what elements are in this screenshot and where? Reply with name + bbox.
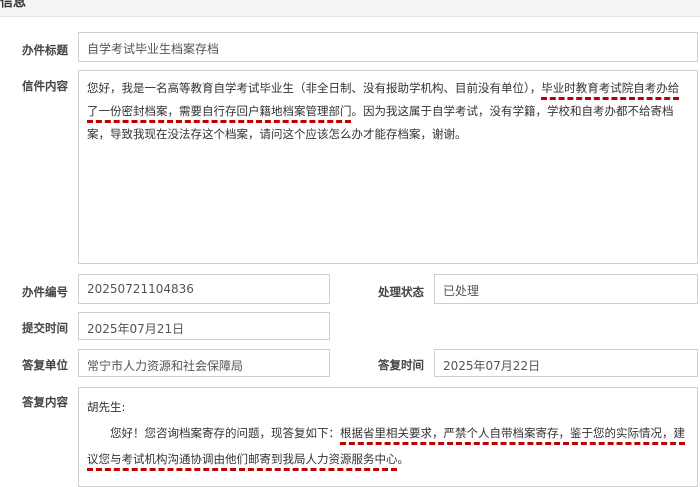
reply-unit-field: 常宁市人力资源和社会保障局 <box>78 349 330 377</box>
case-number-label: 办件编号 <box>22 285 68 299</box>
submit-time-value: 2025年07月21日 <box>87 322 185 336</box>
reply-content-field: 胡先生: 您好！您咨询档案寄存的问题，现答复如下：根据省里相关要求，严禁个人自带… <box>78 387 698 487</box>
content-text: 您好，我是一名高等教育自学考试毕业生（非全日制、没有报助学机构、目前没有单位）， <box>87 81 542 95</box>
status-value: 已处理 <box>443 284 480 298</box>
subject-field: 自学考试毕业生档案存档 <box>78 32 698 62</box>
status-field: 已处理 <box>434 274 698 304</box>
reply-time-value: 2025年07月22日 <box>443 359 541 373</box>
case-number-value: 20250721104836 <box>87 282 194 296</box>
content-label: 信件内容 <box>22 79 68 93</box>
status-label: 处理状态 <box>378 285 424 299</box>
section-title: 信息 <box>0 0 27 10</box>
section-header: 信息 <box>0 0 700 17</box>
subject-value: 自学考试毕业生档案存档 <box>87 42 220 56</box>
reply-time-label: 答复时间 <box>378 358 424 372</box>
content-field: 您好，我是一名高等教育自学考试毕业生（非全日制、没有报助学机构、目前没有单位），… <box>78 70 698 264</box>
case-number-field: 20250721104836 <box>78 274 330 304</box>
reply-text: 您好！您咨询档案寄存的问题，现答复如下： <box>110 426 340 440</box>
submit-time-field: 2025年07月21日 <box>78 312 330 340</box>
reply-greeting: 胡先生: <box>87 400 126 414</box>
subject-label: 办件标题 <box>22 43 68 57</box>
reply-unit-value: 常宁市人力资源和社会保障局 <box>87 359 244 373</box>
reply-text-end: 。 <box>397 452 410 466</box>
reply-content-label: 答复内容 <box>22 395 68 409</box>
reply-time-field: 2025年07月22日 <box>434 349 698 377</box>
reply-unit-label: 答复单位 <box>22 358 68 372</box>
submit-time-label: 提交时间 <box>22 321 68 335</box>
